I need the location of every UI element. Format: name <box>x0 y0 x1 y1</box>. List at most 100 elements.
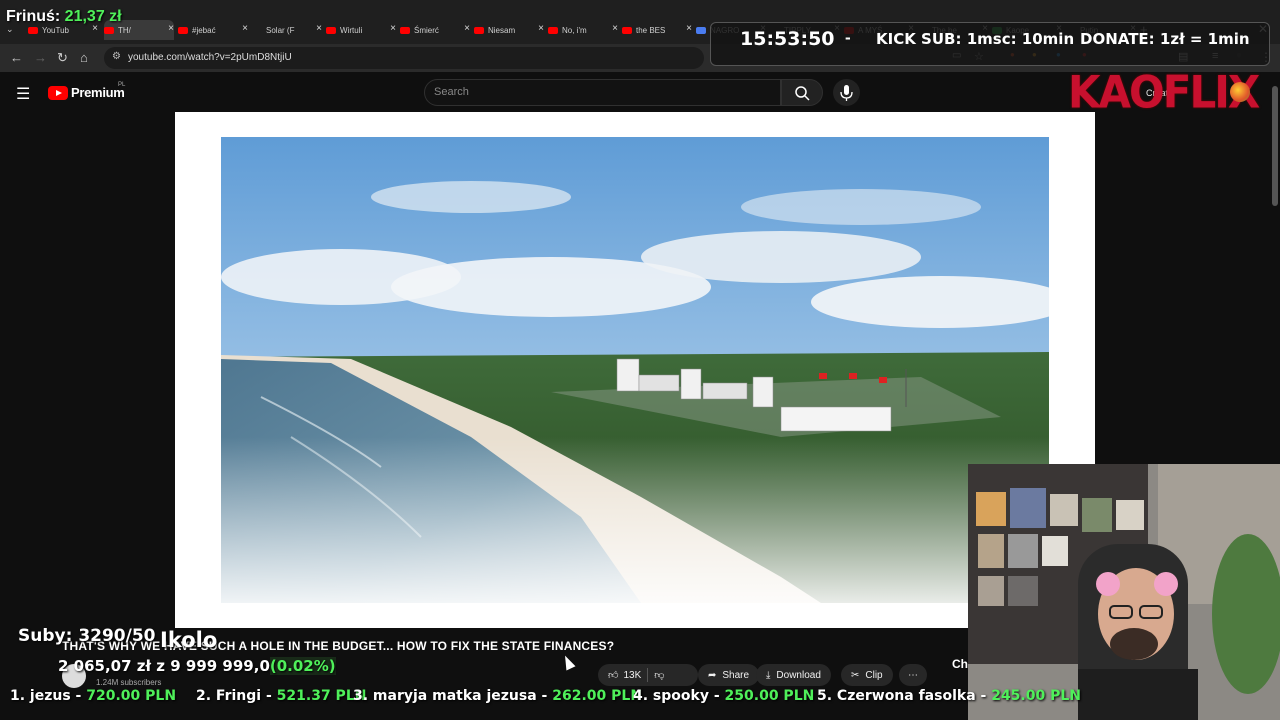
subs-goal-overlay: Suby: 3290/50 <box>18 626 156 646</box>
ticker-entry: 3. maryja matka jezusa - 262.00 PLN <box>353 688 642 704</box>
frinus-label: Frinuś: <box>6 8 61 25</box>
tab-close-icon[interactable]: × <box>464 23 470 34</box>
more-icon: ⋯ <box>908 669 918 681</box>
subscriber-count: 1.24M subscribers <box>96 678 162 687</box>
donation-goal-percent: (0.02%) <box>269 657 336 675</box>
search-button[interactable] <box>781 79 823 106</box>
tab-label: Niesam <box>488 25 516 35</box>
voice-search-button[interactable] <box>833 79 860 106</box>
url-text: youtube.com/watch?v=2pUmD8NtjiU <box>128 52 292 63</box>
forward-icon[interactable]: → <box>34 50 47 65</box>
video-frame-coastline[interactable] <box>221 137 1049 603</box>
dislike-button[interactable]: 👎︎ <box>654 669 664 681</box>
tab-label: YouTub <box>42 25 69 35</box>
tab-favicon-icon <box>474 26 484 34</box>
browser-tab[interactable]: Wirtuli × <box>326 20 396 40</box>
tab-close-icon[interactable]: × <box>538 23 544 34</box>
ticker-entry: 4. spooky - 250.00 PLN <box>633 688 814 704</box>
frinus-amount: 21,37 zł <box>64 8 122 25</box>
ticker-entry: 1. jezus - 720.00 PLN <box>10 688 176 704</box>
ticker-donor-name: 1. jezus - <box>10 688 87 704</box>
tab-favicon-icon <box>28 26 38 34</box>
browser-tab[interactable]: No, i'm × <box>548 20 618 40</box>
tab-label: Wirtuli <box>340 25 363 35</box>
mouse-cursor-icon <box>560 653 576 671</box>
tab-close-icon[interactable]: × <box>390 23 396 34</box>
tab-close-icon[interactable]: × <box>612 23 618 34</box>
account-avatar[interactable] <box>1230 82 1250 102</box>
share-label: Share <box>722 669 750 681</box>
ticker-entry: 2. Fringi - 521.37 PLN <box>196 688 366 704</box>
ticker-donor-amount: 245.00 PLN <box>991 688 1081 704</box>
address-bar[interactable]: ⚙ youtube.com/watch?v=2pUmD8NtjiU <box>104 47 704 69</box>
browser-tab[interactable]: #jebać × <box>178 20 248 40</box>
tab-label: Śmierć <box>414 25 439 35</box>
tab-label: TH/ <box>118 25 131 35</box>
streamer-webcam <box>968 464 1280 720</box>
donation-goal-amount: 2 065,07 zł z 9 999 999,0 <box>58 657 270 675</box>
top-donors-ticker: 1. jezus - 720.00 PLN 2. Fringi - 521.37 … <box>0 688 1280 710</box>
browser-tab[interactable]: Niesam × <box>474 20 544 40</box>
donation-goal-overlay: 2 065,07 zł z 9 999 999,0(0.02%) <box>58 657 336 675</box>
thumbs-down-icon: 👎︎ <box>654 670 665 681</box>
home-icon[interactable]: ⌂ <box>80 50 88 65</box>
clip-label: Clip <box>865 669 883 681</box>
ticker-donor-name: 3. maryja matka jezusa - <box>353 688 553 704</box>
youtube-logo-icon[interactable] <box>48 86 68 100</box>
donate-info: DONATE: 1zł = 1min <box>1080 30 1250 48</box>
scissors-icon: ✂ <box>851 669 860 681</box>
reload-icon[interactable]: ↻ <box>57 50 68 66</box>
stream-clock: 15:53:50 <box>740 28 835 50</box>
tab-favicon-icon <box>178 26 188 34</box>
search-input[interactable] <box>424 79 781 106</box>
like-dislike-group: 👍︎ 13K 👎︎ <box>598 664 698 686</box>
back-icon[interactable]: ← <box>10 50 23 65</box>
browser-tab[interactable]: Solar (F × <box>252 20 322 40</box>
ticker-donor-amount: 250.00 PLN <box>724 688 815 704</box>
download-button[interactable]: ⤓ Download <box>756 664 831 686</box>
region-code: PL <box>118 82 126 88</box>
ticker-donor-amount: 720.00 PLN <box>86 688 177 704</box>
premium-label[interactable]: Premium <box>71 85 125 100</box>
ticker-donor-amount: 262.00 PLN <box>552 688 643 704</box>
tab-close-icon[interactable]: × <box>242 23 248 34</box>
guide-menu-icon[interactable]: ☰ <box>16 84 30 104</box>
ticker-donor-name: 2. Fringi - <box>196 688 277 704</box>
ticker-donor-name: 4. spooky - <box>633 688 725 704</box>
tab-favicon-icon <box>696 26 706 34</box>
tab-favicon-icon <box>622 26 632 34</box>
tab-label: No, i'm <box>562 25 587 35</box>
tab-label: #jebać <box>192 25 216 35</box>
tab-close-icon[interactable]: × <box>686 23 692 34</box>
more-actions-button[interactable]: ⋯ <box>899 664 927 686</box>
browser-tab[interactable]: the BES × <box>622 20 692 40</box>
share-icon: ➦ <box>708 669 717 681</box>
tab-close-icon[interactable]: × <box>316 23 322 34</box>
tab-label: Solar (F <box>266 25 295 35</box>
clip-button[interactable]: ✂ Clip <box>841 664 893 686</box>
site-info-icon[interactable]: ⚙ <box>112 51 121 62</box>
browser-tab[interactable]: Śmierć × <box>400 20 470 40</box>
tab-favicon-icon <box>326 26 336 34</box>
download-label: Download <box>776 669 821 681</box>
share-button[interactable]: ➦ Share <box>698 664 760 686</box>
ikolo-overlay: Ikolo <box>160 628 218 652</box>
tab-label: the BES <box>636 25 666 35</box>
ticker-donor-name: 5. Czerwona fasolka - <box>817 688 992 704</box>
chapter-label-fragment: Ch <box>952 657 968 671</box>
tab-favicon-icon <box>252 27 262 34</box>
webcam-feed-illustration <box>968 464 1280 720</box>
search-placeholder: Search <box>434 86 469 98</box>
page-scrollbar[interactable] <box>1272 86 1278 206</box>
tab-favicon-icon <box>548 26 558 34</box>
like-divider <box>647 668 649 682</box>
tab-favicon-icon <box>400 26 410 34</box>
like-count: 13K <box>623 669 642 681</box>
tab-close-icon[interactable]: × <box>168 23 174 34</box>
microphone-icon <box>840 85 853 101</box>
ticker-entry: 5. Czerwona fasolka - 245.00 PLN <box>817 688 1081 704</box>
search-icon <box>795 86 810 101</box>
frinus-donation-overlay: Frinuś: 21,37 zł <box>6 8 122 26</box>
like-button[interactable]: 👍︎ 13K <box>608 669 642 682</box>
tab-favicon-icon <box>104 26 114 34</box>
